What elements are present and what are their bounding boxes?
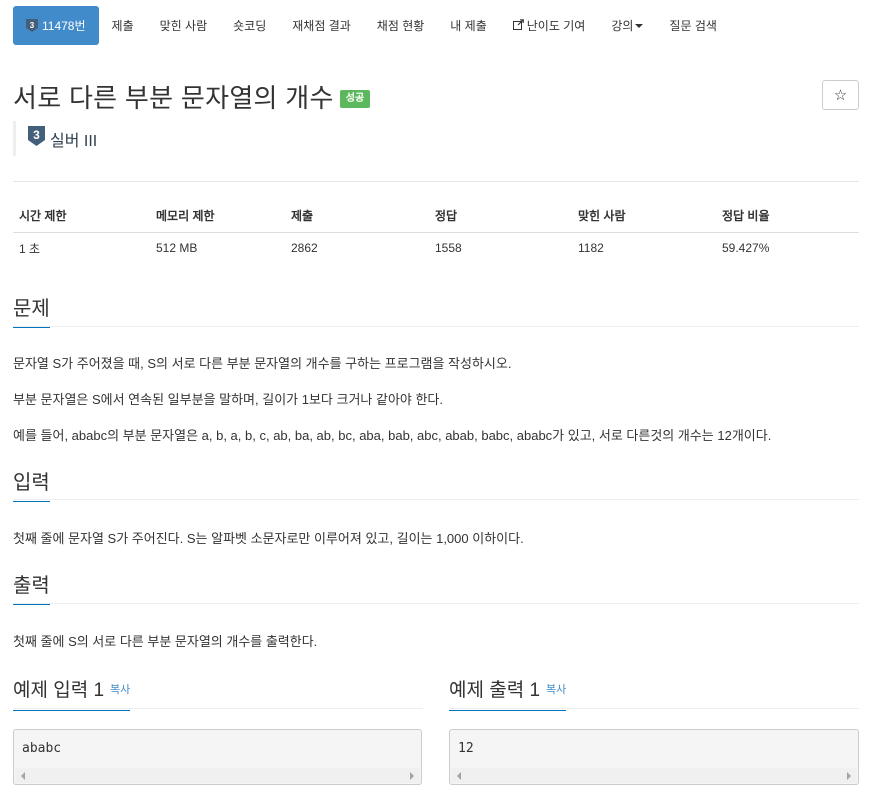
sample-output-title: 예제 출력 1 — [449, 680, 541, 701]
nav-short-coding[interactable]: 숏코딩 — [220, 6, 279, 45]
input-title: 입력 — [13, 466, 50, 502]
nav-judge-status[interactable]: 채점 현황 — [364, 6, 438, 45]
external-link-icon — [512, 18, 524, 33]
nav-my-submissions[interactable]: 내 제출 — [437, 6, 499, 45]
horizontal-scrollbar[interactable] — [15, 768, 420, 783]
problem-info-table: 시간 제한 메모리 제한 제출 정답 맞힌 사람 정답 비율 1 초 512 M… — [13, 200, 859, 264]
description-paragraph-3: 예를 들어, ababc의 부분 문자열은 a, b, a, b, c, ab,… — [13, 428, 772, 443]
problem-tier: 3 실버 III — [13, 121, 97, 156]
submissions-value: 2862 — [291, 241, 318, 256]
divider — [13, 181, 859, 182]
star-icon: ☆ — [833, 87, 848, 104]
problem-page: 3 11478번 제출 맞힌 사람 숏코딩 재채점 결과 채점 현황 내 제출 … — [0, 0, 894, 807]
scroll-left-arrow-icon[interactable] — [21, 772, 25, 780]
copy-sample-input-button[interactable]: 복사 — [110, 684, 130, 696]
sample-output-header: 예제 출력 1 복사 — [449, 675, 859, 711]
nav-rejudge-results[interactable]: 재채점 결과 — [279, 6, 364, 45]
scroll-left-arrow-icon[interactable] — [457, 772, 461, 780]
nav-solved-users[interactable]: 맞힌 사람 — [147, 6, 221, 45]
description-title: 문제 — [13, 292, 50, 328]
description-paragraph-1: 문자열 S가 주어졌을 때, S의 서로 다른 부분 문자열의 개수를 구하는 … — [13, 356, 512, 371]
accept-ratio-value: 59.427% — [722, 241, 770, 256]
problem-title-row: 서로 다른 부분 문자열의 개수 성공 — [13, 78, 371, 115]
info-header-row: 시간 제한 메모리 제한 제출 정답 맞힌 사람 정답 비율 — [13, 200, 859, 233]
solved-users-value: 1182 — [578, 241, 604, 256]
nav-question-search[interactable]: 질문 검색 — [656, 6, 730, 45]
sample-input-header: 예제 입력 1 복사 — [13, 675, 423, 711]
header-solved-users: 맞힌 사람 — [572, 200, 716, 233]
favorite-star-button[interactable]: ☆ — [822, 80, 859, 110]
problem-title: 서로 다른 부분 문자열의 개수 — [13, 83, 334, 113]
header-memory-limit: 메모리 제한 — [150, 200, 285, 233]
sample-input-title: 예제 입력 1 — [13, 680, 105, 701]
tier-shield-icon: 3 — [28, 126, 45, 151]
nav-problem-id[interactable]: 3 11478번 — [13, 6, 99, 45]
tier-label: 실버 III — [50, 132, 98, 150]
output-section-header: 출력 — [13, 569, 859, 605]
accepted-value: 1558 — [435, 241, 462, 256]
info-value-row: 1 초 512 MB 2862 1558 1182 59.427% — [13, 232, 859, 264]
nav-difficulty-contribution[interactable]: 난이도 기여 — [500, 6, 599, 45]
memory-limit-value: 512 MB — [156, 241, 198, 256]
copy-sample-output-button[interactable]: 복사 — [546, 684, 566, 696]
header-time-limit: 시간 제한 — [13, 200, 150, 233]
scroll-right-arrow-icon[interactable] — [410, 772, 414, 780]
input-description: 첫째 줄에 문자열 S가 주어진다. S는 알파벳 소문자로만 이루어져 있고,… — [13, 531, 524, 546]
sample-input-value: ababc — [22, 741, 62, 756]
description-section-header: 문제 — [13, 292, 859, 328]
status-badge: 성공 — [339, 89, 371, 108]
sample-output-box[interactable]: 12 — [449, 729, 859, 785]
time-limit-value: 1 초 — [19, 241, 41, 256]
tier-badge-icon: 3 — [26, 19, 38, 32]
description-paragraph-2: 부분 문자열은 S에서 연속된 일부분을 말하며, 길이가 1보다 크거나 같아… — [13, 392, 444, 407]
svg-text:3: 3 — [30, 21, 35, 30]
input-section-header: 입력 — [13, 466, 859, 502]
sample-input-box[interactable]: ababc — [13, 729, 422, 785]
problem-menu: 3 11478번 제출 맞힌 사람 숏코딩 재채점 결과 채점 현황 내 제출 … — [13, 6, 730, 45]
nav-lectures-dropdown[interactable]: 강의 — [598, 6, 656, 45]
scroll-right-arrow-icon[interactable] — [847, 772, 851, 780]
sample-output-value: 12 — [458, 741, 474, 756]
nav-problem-id-label: 11478번 — [42, 19, 86, 33]
output-description: 첫째 줄에 S의 서로 다른 부분 문자열의 개수를 출력한다. — [13, 634, 318, 649]
header-submissions: 제출 — [285, 200, 429, 233]
caret-down-icon — [635, 23, 644, 28]
output-title: 출력 — [13, 569, 50, 605]
nav-submit[interactable]: 제출 — [99, 6, 147, 45]
header-accepted: 정답 — [429, 200, 572, 233]
svg-text:3: 3 — [33, 128, 40, 142]
horizontal-scrollbar[interactable] — [451, 768, 857, 783]
header-accept-ratio: 정답 비율 — [716, 200, 859, 233]
